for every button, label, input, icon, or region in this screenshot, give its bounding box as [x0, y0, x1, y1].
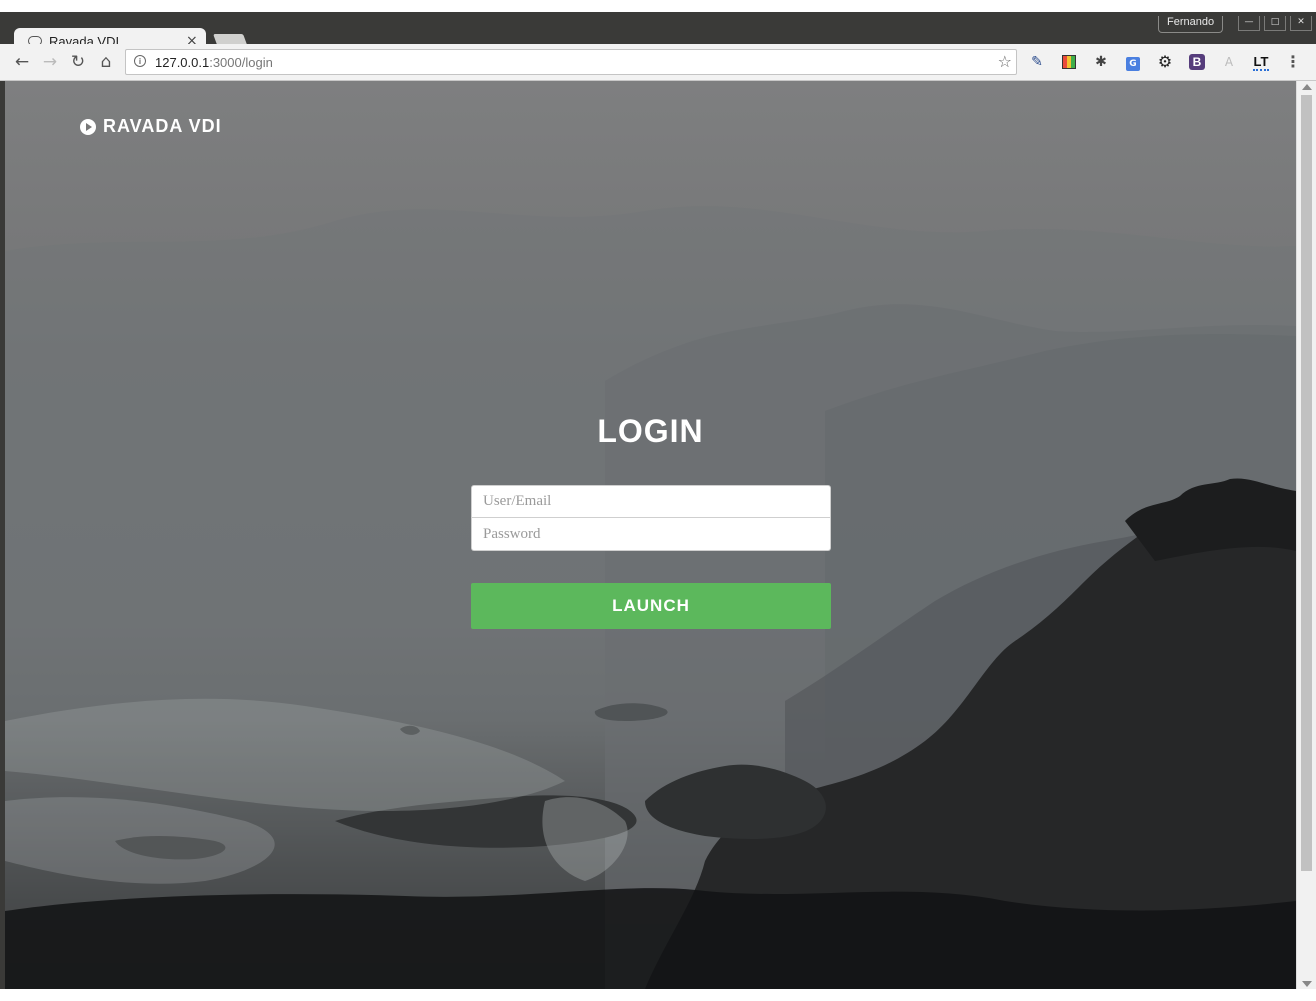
forward-button[interactable]: → [38, 50, 62, 74]
screen-bottom-strip [0, 989, 1316, 1001]
address-bar[interactable]: i 127.0.0.1:3000/login ☆ [125, 49, 1017, 75]
menu-kebab-icon[interactable]: ⋮ [1285, 52, 1301, 72]
window-close-button[interactable]: ✕ [1290, 16, 1312, 31]
page-viewport: RAVADA VDI LOGIN LAUNCH [5, 81, 1296, 989]
eyedropper-icon[interactable]: ✎ [1027, 52, 1047, 72]
home-button[interactable]: ⌂ [94, 50, 118, 74]
screen-top-strip [0, 0, 1316, 12]
user-email-input[interactable] [471, 485, 831, 518]
bootstrap-label: B [1189, 54, 1205, 70]
tag-assistant-icon[interactable] [1059, 52, 1079, 72]
brand-name: RAVADA VDI [103, 116, 222, 136]
scroll-down-arrow-icon[interactable] [1302, 981, 1312, 987]
launch-button[interactable]: LAUNCH [471, 583, 831, 629]
bootstrap-icon[interactable]: B [1187, 52, 1207, 72]
profile-button[interactable]: Fernando [1158, 16, 1224, 33]
angular-icon[interactable]: A [1219, 52, 1239, 72]
scroll-up-arrow-icon[interactable] [1302, 84, 1312, 90]
scrollbar-thumb[interactable] [1301, 95, 1312, 871]
translate-icon[interactable]: G [1123, 52, 1143, 72]
back-button[interactable]: ← [10, 50, 34, 74]
gear-icon[interactable]: ⚙ [1155, 52, 1175, 72]
password-input[interactable] [471, 518, 831, 551]
minimize-button[interactable]: — [1238, 16, 1260, 31]
translate-label: G [1126, 57, 1140, 71]
login-heading: LOGIN [597, 413, 704, 449]
bookmark-star-icon[interactable]: ☆ [998, 52, 1012, 71]
languagetool-icon[interactable]: LT [1251, 52, 1271, 72]
info-icon[interactable]: i [134, 55, 146, 67]
url-path: :3000/login [209, 55, 273, 70]
reload-button[interactable]: ↻ [66, 50, 90, 74]
page-scrollbar[interactable] [1296, 81, 1316, 989]
brand-logo[interactable]: RAVADA VDI [80, 116, 222, 137]
address-url[interactable]: 127.0.0.1:3000/login [155, 55, 273, 70]
login-form: LAUNCH [471, 485, 831, 629]
maximize-button[interactable]: □ [1264, 16, 1286, 31]
browser-titlebar: Fernando — □ ✕ Ravada VDI × [0, 12, 1316, 56]
bug-icon[interactable]: ✱ [1091, 52, 1111, 72]
url-host: 127.0.0.1 [155, 55, 210, 70]
browser-toolbar: ← → ↻ ⌂ i 127.0.0.1:3000/login ☆ ✎ ✱ G ⚙… [0, 44, 1316, 81]
play-circle-icon [80, 118, 96, 135]
